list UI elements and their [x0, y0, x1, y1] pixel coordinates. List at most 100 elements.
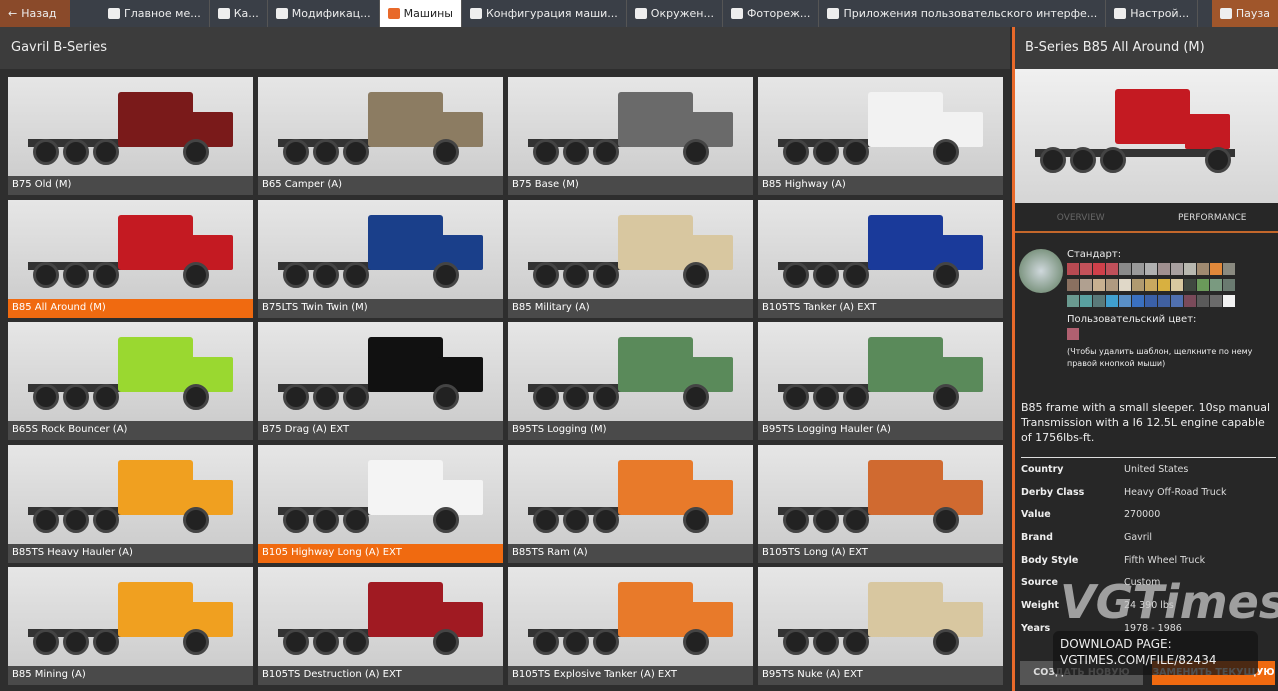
vehicle-tile[interactable]: B85TS Ram (A): [508, 444, 753, 563]
vehicle-label: B95TS Logging Hauler (A): [758, 421, 1003, 440]
color-swatch[interactable]: [1106, 295, 1118, 307]
nav-tab-8[interactable]: Настрой...: [1106, 0, 1199, 27]
tab-icon: [108, 8, 120, 19]
vehicle-tile[interactable]: B95TS Nuke (A) EXT: [758, 567, 1003, 685]
nav-tab-0[interactable]: Главное ме...: [100, 0, 210, 27]
vehicle-label: B75 Drag (A) EXT: [258, 421, 503, 440]
vehicle-tile[interactable]: B65 Camper (A): [258, 77, 503, 195]
vehicle-tile[interactable]: B105TS Tanker (A) EXT: [758, 199, 1003, 318]
color-swatch[interactable]: [1197, 295, 1209, 307]
property-key: Value: [1021, 509, 1051, 521]
color-swatch[interactable]: [1210, 295, 1222, 307]
pause-button[interactable]: Пауза: [1211, 0, 1278, 27]
property-key: Derby Class: [1021, 486, 1085, 498]
color-swatch[interactable]: [1184, 263, 1196, 275]
color-swatch[interactable]: [1210, 279, 1222, 291]
vehicle-tile[interactable]: B85 Military (A): [508, 199, 753, 318]
color-swatch[interactable]: [1080, 263, 1092, 275]
nav-tab-4[interactable]: Конфигурация маши...: [462, 0, 627, 27]
tab-icon: [634, 8, 647, 19]
property-value: 270000: [1124, 509, 1161, 521]
color-swatch[interactable]: [1080, 279, 1092, 291]
color-swatch[interactable]: [1093, 263, 1105, 275]
color-swatch[interactable]: [1145, 295, 1157, 307]
vehicle-label: B75LTS Twin Twin (M): [258, 298, 503, 318]
property-row: Brand Gavril: [1021, 526, 1276, 549]
nav-tab-2[interactable]: Модификац...: [268, 0, 380, 27]
color-swatch[interactable]: [1119, 279, 1131, 291]
color-swatch[interactable]: [1158, 279, 1170, 291]
vehicle-label: B85TS Ram (A): [508, 543, 753, 563]
tab-performance[interactable]: PERFORMANCE: [1147, 203, 1278, 231]
color-swatch[interactable]: [1184, 279, 1196, 291]
color-swatch[interactable]: [1171, 279, 1183, 291]
color-swatch[interactable]: [1158, 295, 1170, 307]
color-swatch[interactable]: [1093, 295, 1105, 307]
vehicle-list-panel: Gavril B-Series B75 Old (M) B65 Camper (…: [0, 27, 1010, 691]
vehicle-tile[interactable]: B75 Drag (A) EXT: [258, 322, 503, 440]
color-swatch[interactable]: [1067, 279, 1079, 291]
paint-preview-avatar: [1019, 249, 1063, 293]
vehicle-tile[interactable]: B85 Mining (A): [8, 567, 253, 685]
property-key: Body Style: [1021, 554, 1079, 566]
vehicle-label: B105TS Tanker (A) EXT: [758, 298, 1003, 318]
paint-selector: Стандарт: Пользовательский цвет: (Чтобы …: [1067, 249, 1277, 370]
color-swatch[interactable]: [1132, 263, 1144, 275]
pause-icon: [1219, 8, 1232, 19]
vehicle-tile[interactable]: B65S Rock Bouncer (A): [8, 322, 253, 440]
vehicle-tile[interactable]: B75LTS Twin Twin (M): [258, 199, 503, 318]
color-swatch[interactable]: [1119, 295, 1131, 307]
vehicle-tile[interactable]: B85 All Around (M): [8, 199, 253, 318]
color-swatch[interactable]: [1171, 295, 1183, 307]
color-swatch[interactable]: [1119, 263, 1131, 275]
vehicle-tile[interactable]: B105TS Long (A) EXT: [758, 444, 1003, 563]
tab-overview[interactable]: OVERVIEW: [1015, 203, 1147, 231]
vehicle-tile[interactable]: B95TS Logging (M): [508, 322, 753, 440]
download-watermark: DOWNLOAD PAGE: VGTIMES.COM/FILE/82434: [1053, 631, 1258, 675]
vehicle-tile[interactable]: B105TS Destruction (A) EXT: [258, 567, 503, 685]
color-swatch[interactable]: [1210, 263, 1222, 275]
back-button[interactable]: ← Назад: [0, 0, 70, 27]
color-swatch[interactable]: [1223, 279, 1235, 291]
vehicle-tile[interactable]: B85TS Heavy Hauler (A): [8, 444, 253, 563]
color-swatch[interactable]: [1223, 263, 1235, 275]
nav-tab-6[interactable]: Фотореж...: [723, 0, 820, 27]
color-swatch[interactable]: [1145, 263, 1157, 275]
vehicle-tile[interactable]: B105 Highway Long (A) EXT: [258, 444, 503, 563]
property-row: Derby Class Heavy Off-Road Truck: [1021, 481, 1276, 504]
color-swatch[interactable]: [1067, 295, 1079, 307]
vehicle-tile[interactable]: B105TS Explosive Tanker (A) EXT: [508, 567, 753, 685]
color-swatch[interactable]: [1223, 295, 1235, 307]
color-swatch[interactable]: [1184, 295, 1196, 307]
color-swatch[interactable]: [1171, 263, 1183, 275]
color-swatch[interactable]: [1106, 279, 1118, 291]
custom-color-swatch[interactable]: [1067, 328, 1079, 340]
nav-tab-5[interactable]: Окружен...: [627, 0, 723, 27]
color-swatch[interactable]: [1132, 295, 1144, 307]
vehicle-label: B65S Rock Bouncer (A): [8, 421, 253, 440]
paint-standard-label: Стандарт:: [1067, 249, 1122, 260]
vehicle-tile[interactable]: B75 Old (M): [8, 77, 253, 195]
vehicle-label: B65 Camper (A): [258, 176, 503, 195]
color-swatch[interactable]: [1132, 279, 1144, 291]
color-swatch[interactable]: [1080, 295, 1092, 307]
color-swatch[interactable]: [1093, 279, 1105, 291]
color-swatch[interactable]: [1145, 279, 1157, 291]
property-value: Heavy Off-Road Truck: [1124, 486, 1227, 498]
nav-tab-7[interactable]: Приложения пользовательского интерфе...: [819, 0, 1107, 27]
vehicle-tile[interactable]: B95TS Logging Hauler (A): [758, 322, 1003, 440]
property-value: United States: [1124, 463, 1189, 475]
color-swatch[interactable]: [1106, 263, 1118, 275]
vehicle-tile[interactable]: B85 Highway (A): [758, 77, 1003, 195]
vehicle-tile[interactable]: B75 Base (M): [508, 77, 753, 195]
paint-hint: (Чтобы удалить шаблон, щелкните по нему …: [1067, 347, 1253, 368]
tab-icon: [1114, 8, 1127, 19]
property-value: Fifth Wheel Truck: [1124, 554, 1206, 566]
color-swatch[interactable]: [1197, 263, 1209, 275]
color-swatch[interactable]: [1067, 263, 1079, 275]
property-row: Country United States: [1021, 458, 1276, 481]
nav-tab-3[interactable]: Машины: [379, 0, 462, 27]
nav-tab-1[interactable]: Ка...: [210, 0, 268, 27]
color-swatch[interactable]: [1158, 263, 1170, 275]
color-swatch[interactable]: [1197, 279, 1209, 291]
